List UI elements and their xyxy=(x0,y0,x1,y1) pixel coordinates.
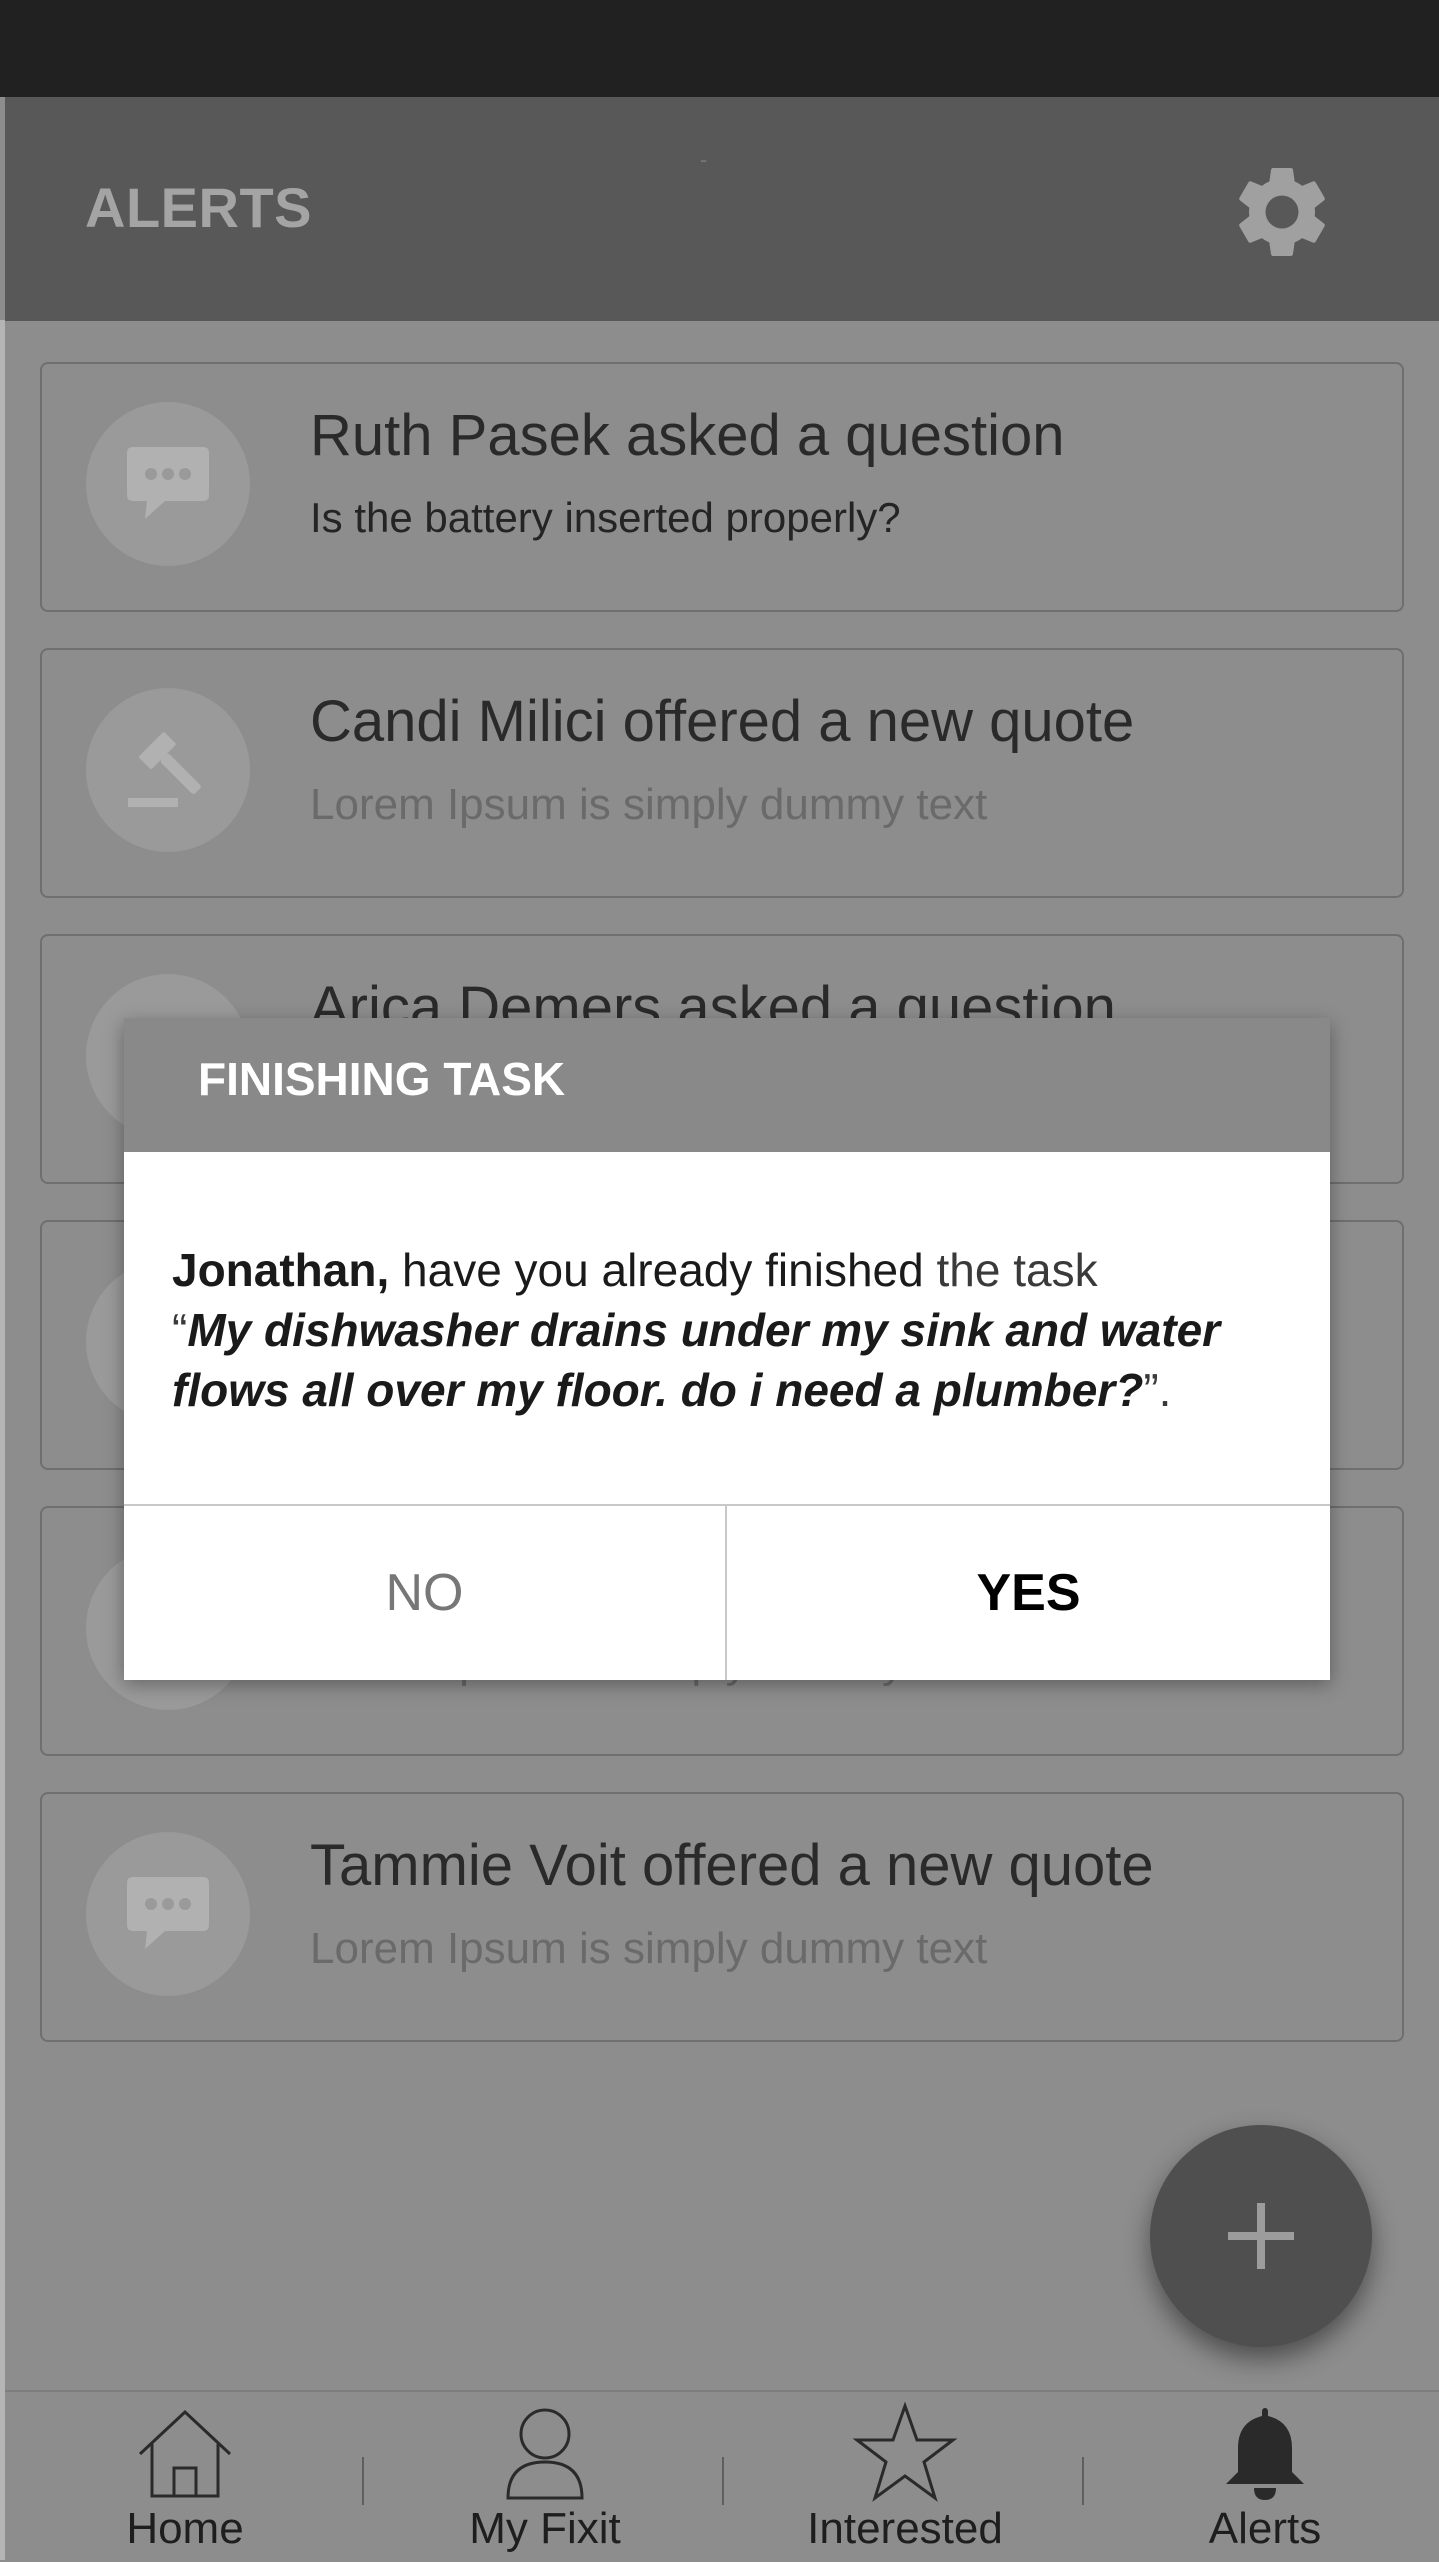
user-name: Jonathan, xyxy=(172,1244,390,1296)
finishing-task-dialog: FINISHING TASK Jonathan, have you alread… xyxy=(124,1018,1330,1680)
dialog-message: Jonathan, have you already finished the … xyxy=(172,1240,1292,1420)
task-title: My dishwasher drains under my sink and w… xyxy=(172,1304,1221,1416)
dialog-the-task: the task xyxy=(923,1244,1098,1296)
yes-button[interactable]: YES xyxy=(727,1506,1330,1680)
close-quote: ”. xyxy=(1143,1364,1172,1416)
dialog-question: have you already finished xyxy=(389,1244,924,1296)
dialog-header: FINISHING TASK xyxy=(124,1018,1330,1152)
dialog-overlay: FINISHING TASK Jonathan, have you alread… xyxy=(0,0,1439,2560)
dialog-actions: NO YES xyxy=(124,1504,1330,1680)
open-quote: “ xyxy=(172,1304,188,1356)
dialog-title: FINISHING TASK xyxy=(198,1053,566,1105)
no-button[interactable]: NO xyxy=(124,1506,727,1680)
